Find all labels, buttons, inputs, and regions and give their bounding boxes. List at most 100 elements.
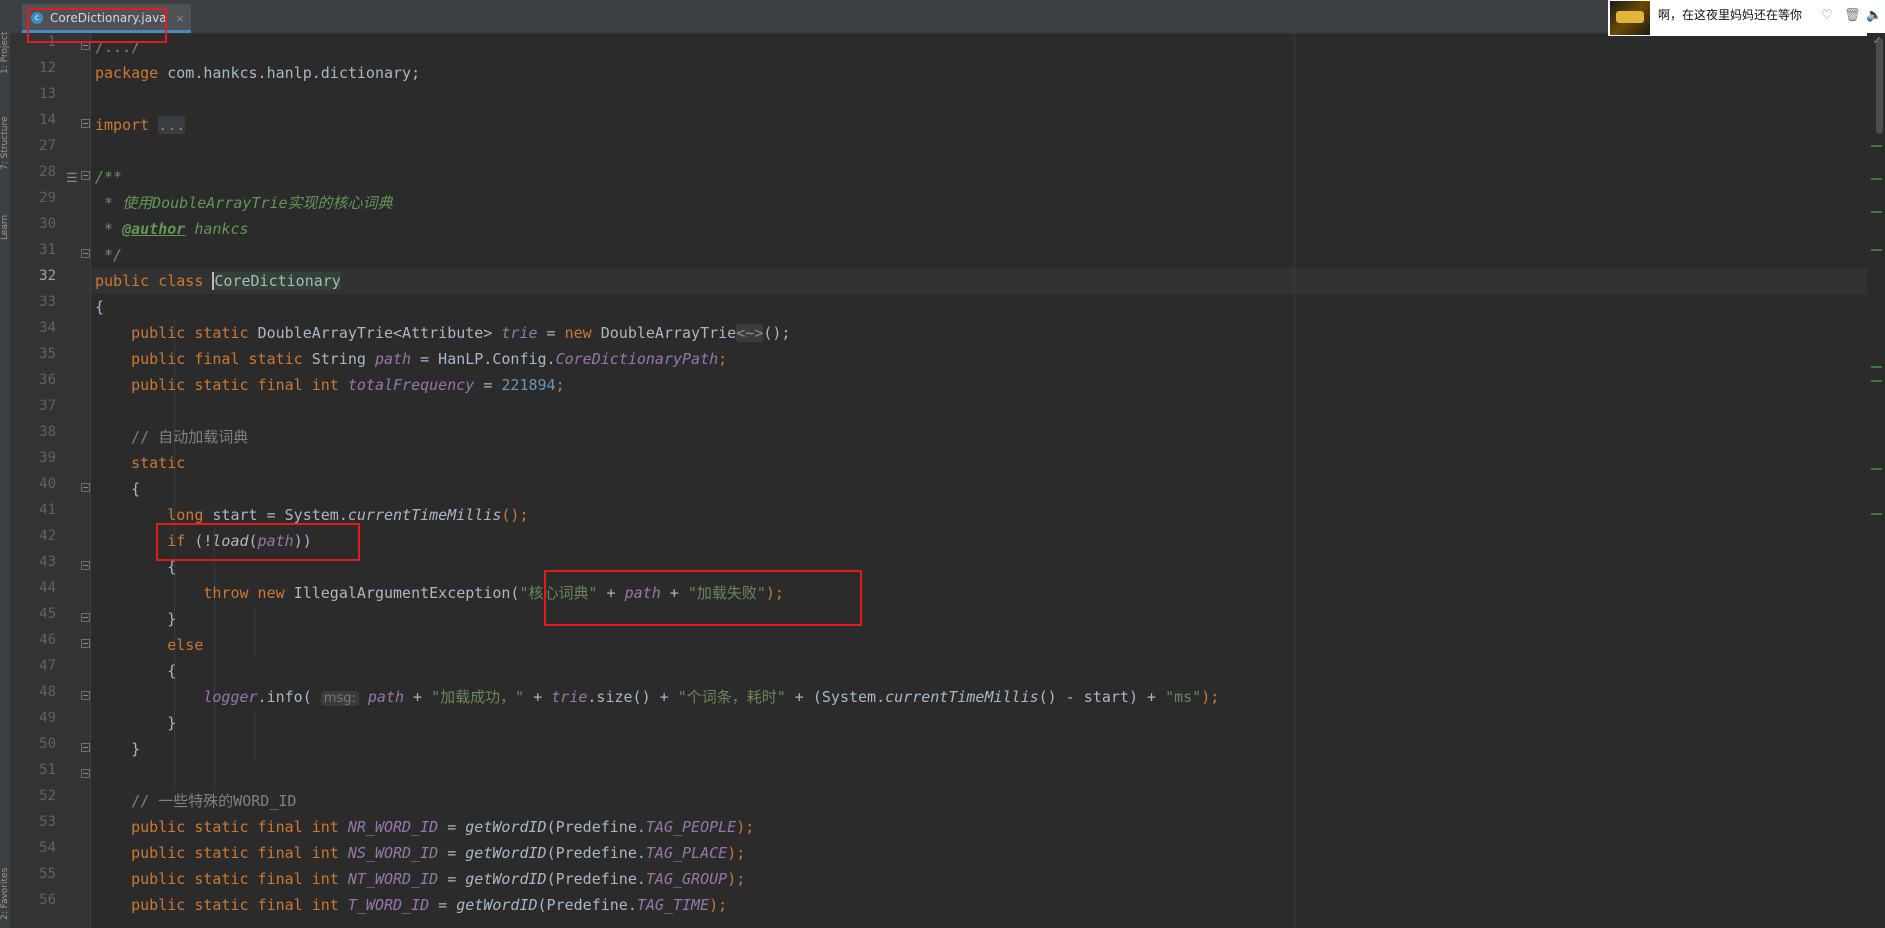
- line-number: 47: [39, 658, 56, 674]
- code-line: */: [95, 246, 123, 264]
- indent-guide: [214, 528, 215, 788]
- code-line: // 自动加载词典: [131, 428, 249, 446]
- code-line: /.../: [95, 38, 141, 56]
- change-marker: [1871, 366, 1882, 368]
- line-number: 56: [39, 892, 56, 908]
- line-number: 45: [39, 606, 56, 622]
- line-number: 54: [39, 840, 56, 856]
- line-number: 14: [39, 112, 56, 128]
- change-marker: [1871, 249, 1882, 251]
- fold-toggle[interactable]: [81, 613, 90, 622]
- line-number: 44: [39, 580, 56, 596]
- heart-icon[interactable]: ♡: [1821, 8, 1833, 23]
- line-number: 30: [39, 216, 56, 232]
- line-number-current: 32: [39, 268, 56, 284]
- vertical-scrollbar[interactable]: [1867, 33, 1885, 928]
- folded-imports[interactable]: ...: [158, 116, 186, 134]
- fold-toggle[interactable]: [81, 483, 90, 492]
- line-number: 28: [39, 164, 56, 180]
- line-number: 13: [39, 86, 56, 102]
- fold-toggle[interactable]: [81, 41, 90, 50]
- album-cover-thumbnail: [1610, 1, 1650, 35]
- fold-toggle[interactable]: [81, 639, 90, 648]
- line-number: 49: [39, 710, 56, 726]
- line-number: 50: [39, 736, 56, 752]
- code-line: public static DoubleArrayTrie<Attribute>…: [131, 324, 791, 342]
- editor-gutter[interactable]: 1 12 13 14 27 28 29 30 31 32 33 34 35 36…: [10, 33, 91, 928]
- line-number: 40: [39, 476, 56, 492]
- fold-toggle[interactable]: [81, 769, 90, 778]
- change-marker: [1871, 513, 1882, 515]
- change-marker: [1871, 468, 1882, 470]
- java-class-icon: c: [31, 12, 43, 24]
- line-number: 46: [39, 632, 56, 648]
- code-line: // 一些特殊的WORD_ID: [131, 792, 297, 810]
- code-line: }: [167, 610, 177, 628]
- line-number: 55: [39, 866, 56, 882]
- fold-toggle[interactable]: [81, 743, 90, 752]
- code-line: * 使用DoubleArrayTrie实现的核心词典: [95, 194, 393, 212]
- tab-label: CoreDictionary.java: [50, 11, 167, 25]
- trash-icon[interactable]: 🗑: [1844, 8, 1861, 23]
- inspection-ok-icon[interactable]: ✓: [1873, 33, 1881, 48]
- line-number: 51: [39, 762, 56, 778]
- code-line: if (!load(path)): [167, 532, 312, 550]
- code-line: {: [131, 480, 141, 498]
- code-line: import ...: [95, 116, 186, 134]
- code-line: {: [95, 298, 105, 316]
- change-marker: [1871, 380, 1882, 382]
- fold-toggle[interactable]: [81, 561, 90, 570]
- structure-tool-button[interactable]: 7: Structure: [0, 100, 10, 171]
- tab-core-dictionary[interactable]: c CoreDictionary.java ×: [22, 4, 191, 33]
- line-number: 12: [39, 60, 56, 76]
- right-margin-guide: [1294, 33, 1295, 928]
- line-number: 31: [39, 242, 56, 258]
- line-number: 42: [39, 528, 56, 544]
- class-name: CoreDictionary: [212, 272, 341, 290]
- code-line: /**: [95, 168, 123, 186]
- line-number: 38: [39, 424, 56, 440]
- code-line: public static final int NS_WORD_ID = get…: [131, 844, 746, 862]
- code-line: public static final int NT_WORD_ID = get…: [131, 870, 746, 888]
- line-number: 48: [39, 684, 56, 700]
- code-line: * @author hankcs: [95, 220, 249, 238]
- line-number: 33: [39, 294, 56, 310]
- code-editor[interactable]: /.../ package com.hankcs.hanlp.dictionar…: [91, 33, 1867, 928]
- fold-toggle[interactable]: [81, 249, 90, 258]
- current-line-highlight: [91, 268, 1867, 294]
- line-number: 36: [39, 372, 56, 388]
- line-number: 27: [39, 138, 56, 154]
- project-tool-button[interactable]: 1: Project: [0, 4, 10, 74]
- fold-toggle[interactable]: [81, 691, 90, 700]
- code-line: public static final int NR_WORD_ID = get…: [131, 818, 755, 836]
- indent-guide: [254, 606, 255, 658]
- fold-toggle[interactable]: [81, 119, 90, 128]
- code-line: {: [167, 558, 177, 576]
- indent-guide: [254, 710, 255, 762]
- fold-toggle[interactable]: [81, 171, 90, 180]
- scrollbar-thumb[interactable]: [1876, 38, 1883, 134]
- music-notification: 啊，在这夜里妈妈还在等你 ♡ 🗑 🔈: [1608, 0, 1885, 36]
- line-number: 53: [39, 814, 56, 830]
- line-number: 37: [39, 398, 56, 414]
- code-line: public static final int totalFrequency =…: [131, 376, 565, 394]
- code-line: public static final int T_WORD_ID = getW…: [131, 896, 728, 914]
- line-number: 52: [39, 788, 56, 804]
- favorites-tool-button[interactable]: 2: Favorites: [0, 840, 10, 920]
- line-number: 43: [39, 554, 56, 570]
- editor-tab-bar: c CoreDictionary.java ×: [10, 0, 1885, 34]
- line-number: 29: [39, 190, 56, 206]
- code-line: static: [131, 454, 186, 472]
- line-number: 34: [39, 320, 56, 336]
- code-line: long start = System.currentTimeMillis();: [167, 506, 529, 524]
- learn-tool-button[interactable]: Learn: [0, 200, 10, 240]
- line-number: 41: [39, 502, 56, 518]
- change-marker: [1871, 178, 1882, 180]
- render-doc-icon[interactable]: ☰: [66, 171, 78, 186]
- volume-icon[interactable]: 🔈: [1866, 8, 1882, 23]
- change-marker: [1871, 145, 1882, 147]
- parameter-hint: msg:: [320, 691, 359, 706]
- code-line: throw new IllegalArgumentException("核心词典…: [203, 584, 784, 602]
- close-icon[interactable]: ×: [175, 4, 184, 33]
- code-line: else: [167, 636, 204, 654]
